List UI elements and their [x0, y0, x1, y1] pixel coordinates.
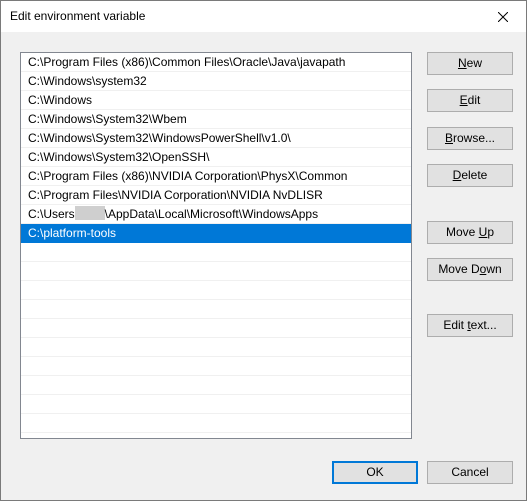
- edit-text-button-label-pre: Edit: [443, 318, 468, 332]
- move-down-button-label-post: wn: [486, 262, 502, 276]
- edit-text-button-label-post: ext...: [470, 318, 497, 332]
- list-item[interactable]: C:\Program Files\NVIDIA Corporation\NVID…: [21, 186, 411, 205]
- list-item[interactable]: C:\Program Files (x86)\Common Files\Orac…: [21, 53, 411, 72]
- cancel-button[interactable]: Cancel: [427, 461, 513, 484]
- list-item-text-end: \AppData\Local\Microsoft\WindowsApps: [104, 207, 319, 221]
- empty-list-row[interactable]: [21, 319, 411, 338]
- empty-list-row[interactable]: [21, 281, 411, 300]
- new-button-accel: N: [457, 56, 467, 70]
- list-item[interactable]: C:\Windows\System32\OpenSSH\: [21, 148, 411, 167]
- delete-button-label-post: elete: [461, 168, 488, 182]
- list-item-text-start: C:\Users: [28, 207, 75, 221]
- browse-button[interactable]: Browse...: [427, 127, 513, 150]
- edit-button-accel: E: [459, 93, 468, 107]
- list-item[interactable]: C:\Windows\System32\Wbem: [21, 110, 411, 129]
- move-down-button[interactable]: Move Down: [427, 258, 513, 281]
- empty-list-row[interactable]: [21, 243, 411, 262]
- empty-list-row[interactable]: [21, 395, 411, 414]
- list-item[interactable]: C:\Users \AppData\Local\Microsoft\Windows…: [21, 205, 411, 224]
- delete-button[interactable]: Delete: [427, 164, 513, 187]
- edit-button[interactable]: Edit: [427, 89, 513, 112]
- new-button-label-post: ew: [466, 56, 482, 70]
- list-item[interactable]: C:\Windows\System32\WindowsPowerShell\v1…: [21, 129, 411, 148]
- list-item-selected[interactable]: C:\platform-tools: [21, 224, 411, 243]
- edit-text-button[interactable]: Edit text...: [427, 314, 513, 337]
- close-icon: [498, 11, 508, 22]
- list-item[interactable]: C:\Program Files (x86)\NVIDIA Corporatio…: [21, 167, 411, 186]
- empty-list-row[interactable]: [21, 262, 411, 281]
- list-item[interactable]: C:\Windows: [21, 91, 411, 110]
- path-list[interactable]: C:\Program Files (x86)\Common Files\Orac…: [20, 52, 412, 439]
- empty-list-row[interactable]: [21, 338, 411, 357]
- ok-button[interactable]: OK: [332, 461, 418, 484]
- move-up-button-label-post: p: [487, 225, 495, 239]
- dialog-title: Edit environment variable: [10, 9, 146, 23]
- empty-list-row[interactable]: [21, 414, 411, 433]
- delete-button-accel: D: [452, 168, 462, 182]
- move-up-button[interactable]: Move Up: [427, 221, 513, 244]
- edit-environment-variable-dialog: Edit environment variable C:\Program Fil…: [0, 0, 527, 501]
- browse-button-accel: B: [444, 131, 453, 145]
- empty-list-row[interactable]: [21, 300, 411, 319]
- redacted-username: [74, 206, 105, 220]
- browse-button-label-post: rowse...: [453, 131, 496, 145]
- empty-list-row[interactable]: [21, 357, 411, 376]
- edit-button-label-post: dit: [467, 93, 481, 107]
- move-up-button-label-pre: Move: [445, 225, 479, 239]
- title-bar[interactable]: Edit environment variable: [1, 1, 526, 32]
- close-button[interactable]: [480, 1, 526, 32]
- empty-list-row[interactable]: [21, 376, 411, 395]
- move-down-button-label-pre: Move D: [438, 262, 480, 276]
- list-item[interactable]: C:\Windows\system32: [21, 72, 411, 91]
- new-button[interactable]: New: [427, 52, 513, 75]
